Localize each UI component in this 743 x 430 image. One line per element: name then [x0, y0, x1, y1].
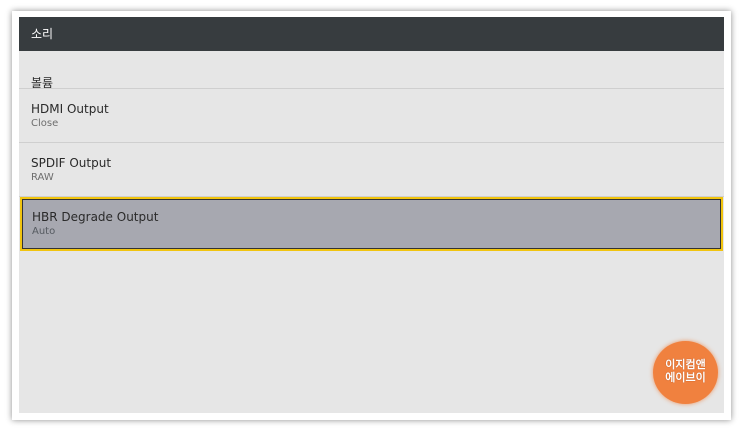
watermark-line-1: 이지컴앤 — [665, 358, 706, 371]
settings-item-hdmi-output[interactable]: HDMI Output Close — [19, 89, 724, 143]
settings-item-hbr-degrade-output[interactable]: HBR Degrade Output Auto — [20, 197, 723, 251]
settings-item-spdif-output[interactable]: SPDIF Output RAW — [19, 143, 724, 197]
watermark-line-2: 에이브이 — [665, 371, 706, 384]
settings-item-value: Close — [31, 118, 59, 129]
settings-item-volume[interactable]: 볼륨 — [19, 51, 724, 90]
page-title: 소리 — [19, 17, 724, 51]
settings-item-label: HBR Degrade Output — [32, 210, 159, 224]
settings-item-label: SPDIF Output — [31, 156, 112, 170]
settings-item-value: RAW — [31, 172, 54, 183]
settings-screen: 소리 볼륨 HDMI Output Close SPDIF Output RAW… — [19, 17, 724, 413]
watermark-logo: 이지컴앤 에이브이 — [653, 341, 718, 404]
settings-item-value: Auto — [32, 226, 56, 237]
settings-item-label: HDMI Output — [31, 102, 109, 116]
